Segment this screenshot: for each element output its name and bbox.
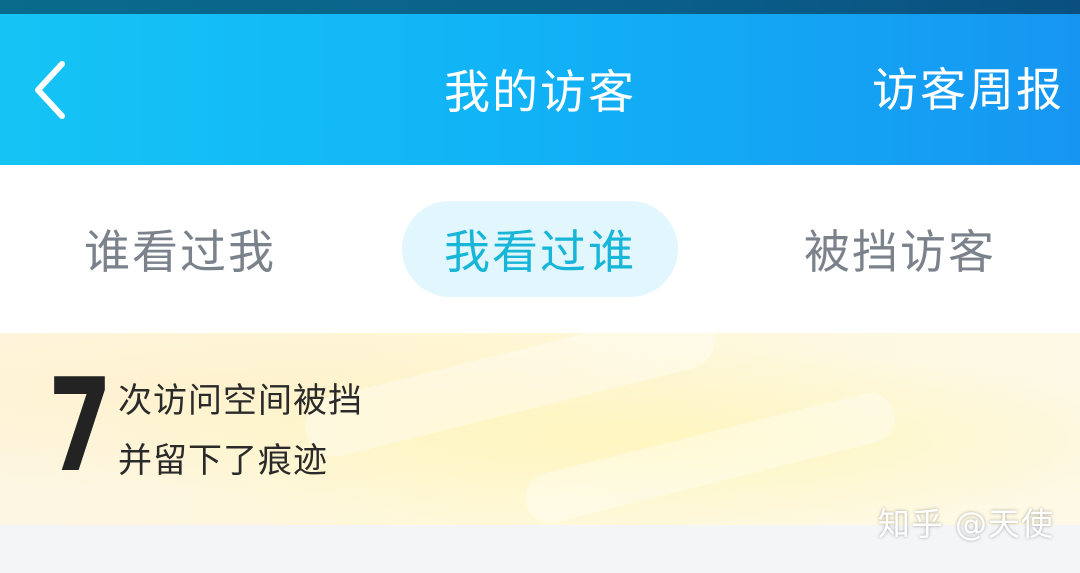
blocked-count: 7 <box>48 352 113 501</box>
visitor-screen: 我的访客 访客周报 谁看过我 我看过谁 被挡访客 7 次访问空间被挡 并留下了痕… <box>0 0 1080 573</box>
page-title: 我的访客 <box>444 65 636 119</box>
tab-blocked-visitors[interactable]: 被挡访客 <box>780 201 1020 297</box>
banner-decoration <box>519 387 901 525</box>
banner-text-line-1: 次访问空间被挡 <box>118 381 363 421</box>
chevron-left-icon <box>35 61 65 119</box>
watermark: 知乎 @天使 <box>877 505 1054 543</box>
header-bar: 我的访客 访客周报 <box>0 14 1080 165</box>
weekly-report-button[interactable]: 访客周报 <box>872 62 1064 118</box>
tab-bar: 谁看过我 我看过谁 被挡访客 <box>0 165 1080 333</box>
status-bar <box>0 0 1080 14</box>
blocked-visits-banner: 7 次访问空间被挡 并留下了痕迹 <box>0 333 1080 525</box>
banner-text-line-2: 并留下了痕迹 <box>118 441 328 481</box>
tab-who-viewed-me[interactable]: 谁看过我 <box>60 201 300 297</box>
back-button[interactable] <box>18 52 82 128</box>
tab-who-i-viewed[interactable]: 我看过谁 <box>402 201 678 297</box>
